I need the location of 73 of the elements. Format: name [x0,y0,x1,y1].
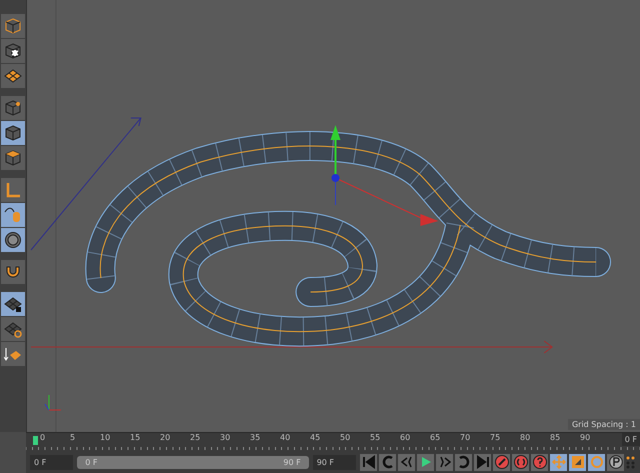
checker-cube-icon [4,42,22,60]
tool-button[interactable] [1,146,25,170]
cube-icon [4,124,22,142]
cube-face-icon [4,149,22,167]
mode-button[interactable] [569,454,586,470]
transport-button[interactable] [398,454,415,470]
tool-button[interactable] [1,317,25,341]
grid-lock-icon [4,295,22,313]
frame-label: 30 [220,433,232,442]
mode-button[interactable] [588,454,605,470]
scale-icon [570,455,584,469]
frame-label: 75 [490,433,502,442]
frame-label: 50 [340,433,352,442]
cube-icon [4,17,22,35]
axis-icon [4,181,22,199]
frame-label: 80 [520,433,532,442]
move-icon [552,455,566,469]
frame-label: 60 [400,433,412,442]
tool-button[interactable] [1,39,25,63]
frame-label: 15 [130,433,142,442]
prev-key-icon [380,455,394,469]
frame-label: 55 [370,433,382,442]
frame-label: 20 [160,433,172,442]
transport-button[interactable] [474,454,491,470]
end-frame-field[interactable]: 90 F [312,454,356,470]
p-circle-icon [608,455,622,469]
transport-button[interactable] [379,454,396,470]
frame-label: 40 [280,433,292,442]
transport-button[interactable] [360,454,377,470]
help-icon [532,455,546,469]
prev-frame-icon [400,455,414,469]
axis-indicator-icon [44,394,62,410]
mode-button[interactable] [607,454,624,470]
cube-point-icon [4,99,22,117]
rotate-icon [590,455,604,469]
frame-label: 85 [550,433,562,442]
frame-label: 35 [250,433,262,442]
record-icon [494,455,508,469]
start-frame-field[interactable]: 0 F [30,454,74,470]
frame-label: 5 [70,433,76,442]
frame-label: 45 [310,433,322,442]
transport-button[interactable] [455,454,472,470]
frame-label: 70 [460,433,472,442]
frame-label: 0 [40,433,46,442]
transport-button[interactable] [417,454,434,470]
tool-button[interactable] [1,228,25,252]
tool-button[interactable] [1,260,25,284]
frame-label: 90 [580,433,592,442]
dots-grid-icon[interactable] [626,455,636,469]
mode-button[interactable] [550,454,567,470]
record-button[interactable] [493,454,510,470]
next-frame-icon [438,455,452,469]
tool-button[interactable] [1,14,25,38]
record-button[interactable] [512,454,529,470]
tool-button[interactable] [1,121,25,145]
next-key-icon [456,455,470,469]
tool-button[interactable] [1,64,25,88]
tool-button[interactable] [1,342,25,366]
frame-label: 25 [190,433,202,442]
current-frame-field[interactable]: 0 F [622,433,640,446]
grid-plane-icon [4,67,22,85]
skip-end-icon [476,455,490,469]
frame-label: 10 [100,433,112,442]
grid-rotate-icon [4,320,22,338]
frame-label: 65 [430,433,442,442]
grid-spacing-label: Grid Spacing : 1 [568,419,640,430]
skip-start-icon [362,455,376,469]
transport-button[interactable] [436,454,453,470]
autokey-icon [514,455,528,469]
record-button[interactable] [531,454,548,470]
tool-button[interactable] [1,292,25,316]
mouse-icon [4,206,22,224]
timeline-ruler[interactable]: 0 5 10 15 20 25 30 35 40 45 50 55 60 65 70 75 80 85 90 0 F [26,432,640,451]
